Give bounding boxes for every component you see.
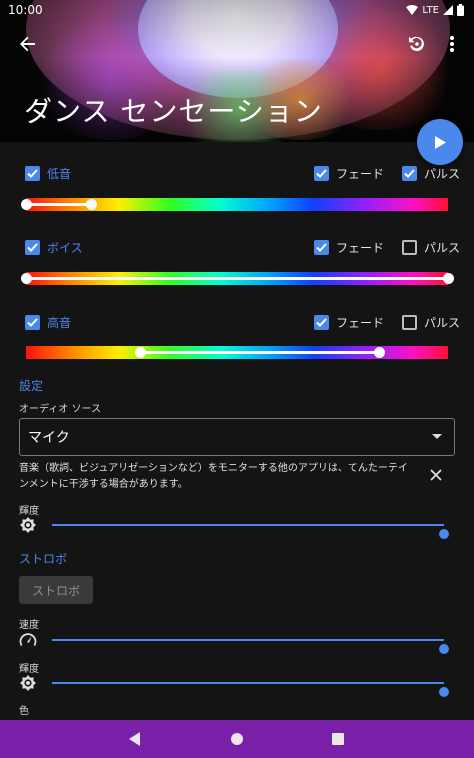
check-icon (25, 166, 40, 181)
frequency-range-slider[interactable] (21, 272, 454, 285)
wifi-icon (406, 5, 419, 15)
band-checkbox[interactable]: 低音 (25, 165, 71, 182)
strobe-button[interactable]: ストロボ (19, 576, 93, 604)
band-checkbox[interactable]: 高音 (25, 314, 71, 331)
audio-source-select[interactable]: マイク (19, 418, 455, 456)
strobe-brightness-slider-row (18, 673, 454, 697)
fade-checkbox-label: フェード (336, 316, 385, 330)
brightness-slider[interactable] (52, 524, 449, 539)
strobe-brightness-slider-thumb[interactable] (439, 687, 449, 697)
fade-checkbox[interactable]: フェード (314, 239, 384, 256)
range-start-thumb[interactable] (21, 273, 32, 284)
range-selection (26, 277, 448, 280)
nav-home-icon (231, 733, 243, 745)
nav-home-button[interactable] (227, 729, 247, 749)
pulse-checkbox-label: パルス (424, 316, 461, 330)
frequency-range-slider[interactable] (26, 346, 448, 359)
system-nav-bar (0, 720, 474, 758)
battery-icon (457, 4, 464, 16)
fade-checkbox-label: フェード (336, 167, 385, 181)
strobe-section-title: ストロボ (19, 552, 68, 566)
close-icon (430, 469, 442, 481)
dropdown-arrow-icon (432, 434, 442, 439)
fade-checkbox[interactable]: フェード (314, 165, 384, 182)
brightness-icon (18, 515, 38, 535)
check-icon (402, 166, 417, 181)
range-start-thumb[interactable] (134, 347, 146, 358)
strobe-speed-label: 速度 (19, 620, 39, 631)
range-selection (139, 351, 380, 354)
audio-notice: 音楽（歌詞、ビジュアリゼーションなど）をモニターする他のアプリは、てんたーテイン… (19, 463, 408, 490)
nav-back-button[interactable] (125, 729, 145, 749)
play-icon (435, 135, 446, 149)
check-icon (314, 315, 329, 330)
range-end-thumb[interactable] (86, 199, 98, 210)
range-selection (26, 203, 92, 206)
frequency-range-slider[interactable] (21, 198, 448, 211)
check-icon (25, 240, 40, 255)
band-checkbox[interactable]: ボイス (25, 239, 83, 256)
network-type: LTE (422, 4, 439, 16)
audio-source-label: オーディオ ソース (19, 404, 101, 415)
strobe-color-label: 色 (19, 706, 29, 717)
strobe-speed-slider-row (18, 630, 454, 654)
nav-back-icon (129, 732, 140, 746)
pulse-checkbox-label: パルス (424, 241, 461, 255)
brightness-slider-thumb[interactable] (439, 529, 449, 539)
band-row: ボイス フェード パルス (0, 237, 474, 259)
range-start-thumb[interactable] (21, 199, 32, 210)
back-button[interactable] (10, 26, 46, 62)
restore-button[interactable] (398, 26, 434, 62)
pulse-checkbox[interactable]: パルス (402, 165, 460, 182)
nav-recents-icon (332, 733, 344, 745)
brightness-slider-row (18, 515, 454, 539)
strobe-speed-slider[interactable] (52, 639, 449, 654)
back-arrow-icon (20, 36, 35, 52)
band-checkbox-label: 低音 (47, 167, 72, 181)
checkbox-empty-icon (402, 315, 417, 330)
pulse-checkbox[interactable]: パルス (402, 239, 460, 256)
status-time: 10:00 (8, 3, 43, 17)
checkbox-empty-icon (402, 240, 417, 255)
restore-icon (409, 36, 424, 51)
signal-icon (443, 5, 453, 15)
more-vert-icon (450, 36, 454, 52)
band-row: 低音 フェード パルス (0, 163, 474, 185)
brightness-icon (18, 673, 38, 693)
check-icon (314, 166, 329, 181)
pulse-checkbox-label: パルス (424, 167, 461, 181)
settings-section-title: 設定 (19, 379, 44, 393)
notice-close-button[interactable] (426, 465, 446, 485)
app-bar (0, 24, 474, 68)
band-checkbox-label: ボイス (47, 241, 83, 255)
strobe-speed-slider-thumb[interactable] (439, 644, 449, 654)
range-end-thumb[interactable] (443, 273, 454, 284)
strobe-brightness-slider[interactable] (52, 682, 449, 697)
fade-checkbox-label: フェード (336, 241, 385, 255)
page-title: ダンス センセーション (24, 95, 323, 128)
status-bar: 10:00 LTE (0, 0, 474, 20)
check-icon (25, 315, 40, 330)
more-options-button[interactable] (434, 26, 470, 62)
range-end-thumb[interactable] (374, 347, 386, 358)
play-button[interactable] (417, 119, 463, 165)
band-row: 高音 フェード パルス (0, 312, 474, 334)
speedometer-icon (18, 630, 38, 650)
audio-source-value: マイク (28, 430, 70, 446)
pulse-checkbox[interactable]: パルス (402, 314, 460, 331)
band-checkbox-label: 高音 (47, 316, 72, 330)
check-icon (314, 240, 329, 255)
nav-recents-button[interactable] (328, 729, 348, 749)
fade-checkbox[interactable]: フェード (314, 314, 384, 331)
